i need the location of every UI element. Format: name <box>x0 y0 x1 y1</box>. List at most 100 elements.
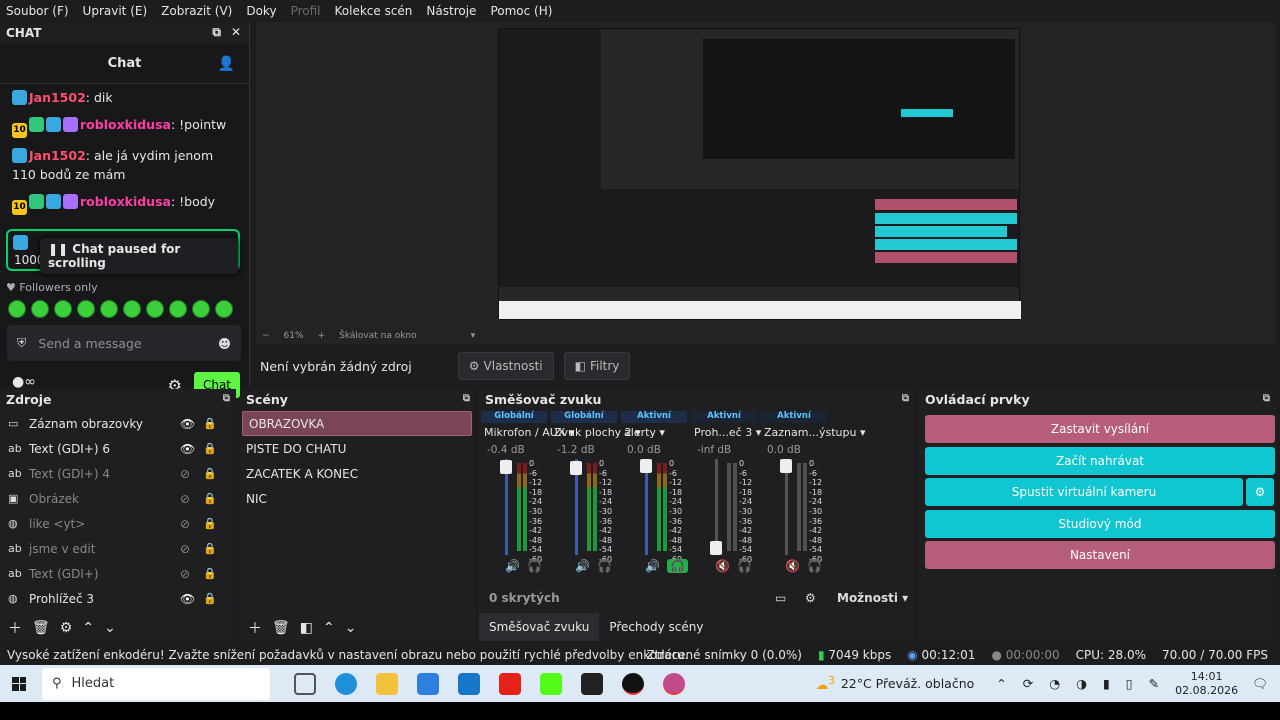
down-icon[interactable]: ⌄ <box>104 620 116 636</box>
fader-knob[interactable] <box>500 459 512 474</box>
settings-button[interactable]: Nastavení <box>925 541 1275 569</box>
start-recording-button[interactable]: Začít nahrávat <box>925 447 1275 475</box>
speaker-icon[interactable]: 🔊 <box>505 559 520 573</box>
lock-icon[interactable]: 🔒 <box>203 417 217 430</box>
lock-icon[interactable]: 🔒 <box>203 542 217 555</box>
edge-icon[interactable] <box>335 672 357 695</box>
weather-text[interactable]: 22°C Převáž. oblačno <box>841 676 974 691</box>
headphones-icon[interactable]: 🎧 <box>737 559 752 573</box>
chat-username[interactable]: Jan1502 <box>29 90 86 105</box>
emoji-icon[interactable]: ☻ <box>218 336 231 351</box>
lock-icon[interactable]: 🔒 <box>203 567 217 580</box>
virtual-camera-settings-icon[interactable]: ⚙ <box>1246 478 1274 506</box>
float-icon[interactable]: ⧉ <box>212 25 221 40</box>
headphones-icon[interactable]: 🎧 <box>667 559 688 573</box>
fader-knob[interactable] <box>640 459 652 473</box>
float-icon[interactable]: ⧉ <box>223 393 230 404</box>
obs-icon[interactable] <box>622 672 644 695</box>
muted-icon[interactable]: 🔇 <box>715 559 730 573</box>
lock-icon[interactable]: 🔒 <box>203 442 217 455</box>
kick-icon[interactable] <box>540 672 562 695</box>
mixer-channel-name[interactable]: alerty ▾ <box>624 426 665 439</box>
emote-icon[interactable] <box>31 300 49 318</box>
source-item[interactable]: ab jsme v edit ⊘ 🔒 <box>0 536 236 561</box>
scale-mode[interactable]: Škálovat na okno <box>339 331 417 341</box>
filter-icon[interactable]: ◧ <box>300 620 313 636</box>
store-icon[interactable] <box>458 672 480 695</box>
studio-mode-button[interactable]: Studiový mód <box>925 510 1275 538</box>
taskbar-search[interactable]: ⚲ Hledat <box>42 667 270 700</box>
fader-knob[interactable] <box>570 461 582 476</box>
chat-paused-banner[interactable]: ❚❚ Chat paused for scrolling <box>40 238 238 274</box>
tab-transitions[interactable]: Přechody scény <box>599 613 713 641</box>
zoom-in-icon[interactable]: + <box>318 331 326 341</box>
source-item[interactable]: ◍ like <yt> ⊘ 🔒 <box>0 511 236 536</box>
sources-list[interactable]: ▭ Záznam obrazovky 👁 🔒 ab Text (GDI+) 6 👁 🔒 ab Te… <box>0 411 236 611</box>
shield-icon[interactable]: ⛨ <box>17 335 26 351</box>
file-explorer-icon[interactable] <box>376 672 398 695</box>
youtube-icon[interactable] <box>499 672 521 695</box>
gear-icon[interactable]: ⚙ <box>60 620 73 636</box>
chevron-down-icon[interactable]: ▾ <box>471 331 476 341</box>
mixer-channel-name[interactable]: Zaznam...ýstupu ▾ <box>764 426 865 439</box>
chevron-down-icon[interactable]: ▾ <box>656 426 665 439</box>
fader-track[interactable] <box>785 459 788 555</box>
mixer-channel-name[interactable]: Proh...eč 3 ▾ <box>694 426 761 439</box>
float-icon[interactable]: ⧉ <box>1263 393 1270 404</box>
source-item[interactable]: ▣ Obrázek ⊘ 🔒 <box>0 486 236 511</box>
volume-meter[interactable]: 0-6-12-18-24-30-36-42-48-54-60 <box>710 459 752 564</box>
weather-icon[interactable]: ☁3 <box>816 675 835 692</box>
speaker-icon[interactable]: 🔊 <box>645 559 660 573</box>
scene-item[interactable]: ZACATEK A KONEC <box>240 461 476 486</box>
source-item[interactable]: ▭ Záznam obrazovky 👁 🔒 <box>0 411 236 436</box>
source-item[interactable]: ◍ Prohlížeč 3 👁 🔒 <box>0 586 236 611</box>
eye-hidden-icon[interactable]: ⊘ <box>180 567 190 581</box>
emote-icon[interactable] <box>192 300 210 318</box>
scene-item[interactable]: PISTE DO CHATU <box>240 436 476 461</box>
lock-icon[interactable]: 🔒 <box>203 592 217 605</box>
chevron-down-icon[interactable]: ▾ <box>856 426 866 439</box>
chevron-down-icon[interactable]: ▾ <box>752 426 762 439</box>
headphones-icon[interactable]: 🎧 <box>597 559 612 573</box>
down-icon[interactable]: ⌄ <box>345 620 357 636</box>
fader-knob[interactable] <box>780 459 792 473</box>
stop-stream-button[interactable]: Zastavit vysílání <box>925 415 1275 443</box>
lock-icon[interactable]: 🔒 <box>203 517 217 530</box>
emote-icon[interactable] <box>54 300 72 318</box>
mail-icon[interactable] <box>417 672 439 695</box>
up-icon[interactable]: ⌃ <box>323 620 335 636</box>
eye-hidden-icon[interactable]: ⊘ <box>180 467 190 481</box>
task-view-icon[interactable] <box>294 672 316 695</box>
eye-hidden-icon[interactable]: ⊘ <box>180 542 190 556</box>
menu-item[interactable]: Kolekce scén <box>335 4 413 18</box>
lock-icon[interactable]: 🔒 <box>203 492 217 505</box>
eye-icon[interactable]: 👁 <box>180 592 195 606</box>
capcut-icon[interactable] <box>581 672 603 695</box>
emote-icon[interactable] <box>169 300 187 318</box>
volume-meter[interactable]: 0-6-12-18-24-30-36-42-48-54-60 <box>500 459 542 564</box>
preview-area[interactable] <box>256 22 1276 344</box>
chat-input[interactable]: ⛨ Send a message ☻ <box>7 325 241 361</box>
chat-paused-box[interactable]: 1000 ❚❚ Chat paused for scrolling <box>6 229 240 274</box>
speaker-icon[interactable]: 🔊 <box>575 559 590 573</box>
emote-icon[interactable] <box>123 300 141 318</box>
emote-bar[interactable] <box>8 300 233 318</box>
source-item[interactable]: ab Text (GDI+) ⊘ 🔒 <box>0 561 236 586</box>
app-icon[interactable] <box>663 672 685 695</box>
scenes-list[interactable]: OBRAZOVKA PISTE DO CHATU ZACATEK A KONEC NI… <box>240 411 476 511</box>
muted-icon[interactable]: 🔇 <box>785 559 800 573</box>
volume-meter[interactable]: 0-6-12-18-24-30-36-42-48-54-60 <box>780 459 822 564</box>
emote-icon[interactable] <box>8 300 26 318</box>
headphones-icon[interactable]: 🎧 <box>807 559 822 573</box>
preview-canvas[interactable] <box>498 28 1021 320</box>
virtual-camera-button[interactable]: Spustit virtuální kameru <box>925 478 1243 506</box>
filters-button[interactable]: ◧ Filtry <box>563 352 631 380</box>
windows-start-icon[interactable] <box>12 676 26 691</box>
chat-username[interactable]: robloxkidusa <box>80 117 171 132</box>
fader-track[interactable] <box>645 459 648 555</box>
scene-item[interactable]: NIC <box>240 486 476 511</box>
add-icon[interactable]: ＋ <box>8 618 22 638</box>
chat-username[interactable]: robloxkidusa <box>80 194 171 209</box>
emote-icon[interactable] <box>77 300 95 318</box>
scene-item[interactable]: OBRAZOVKA <box>242 411 472 436</box>
